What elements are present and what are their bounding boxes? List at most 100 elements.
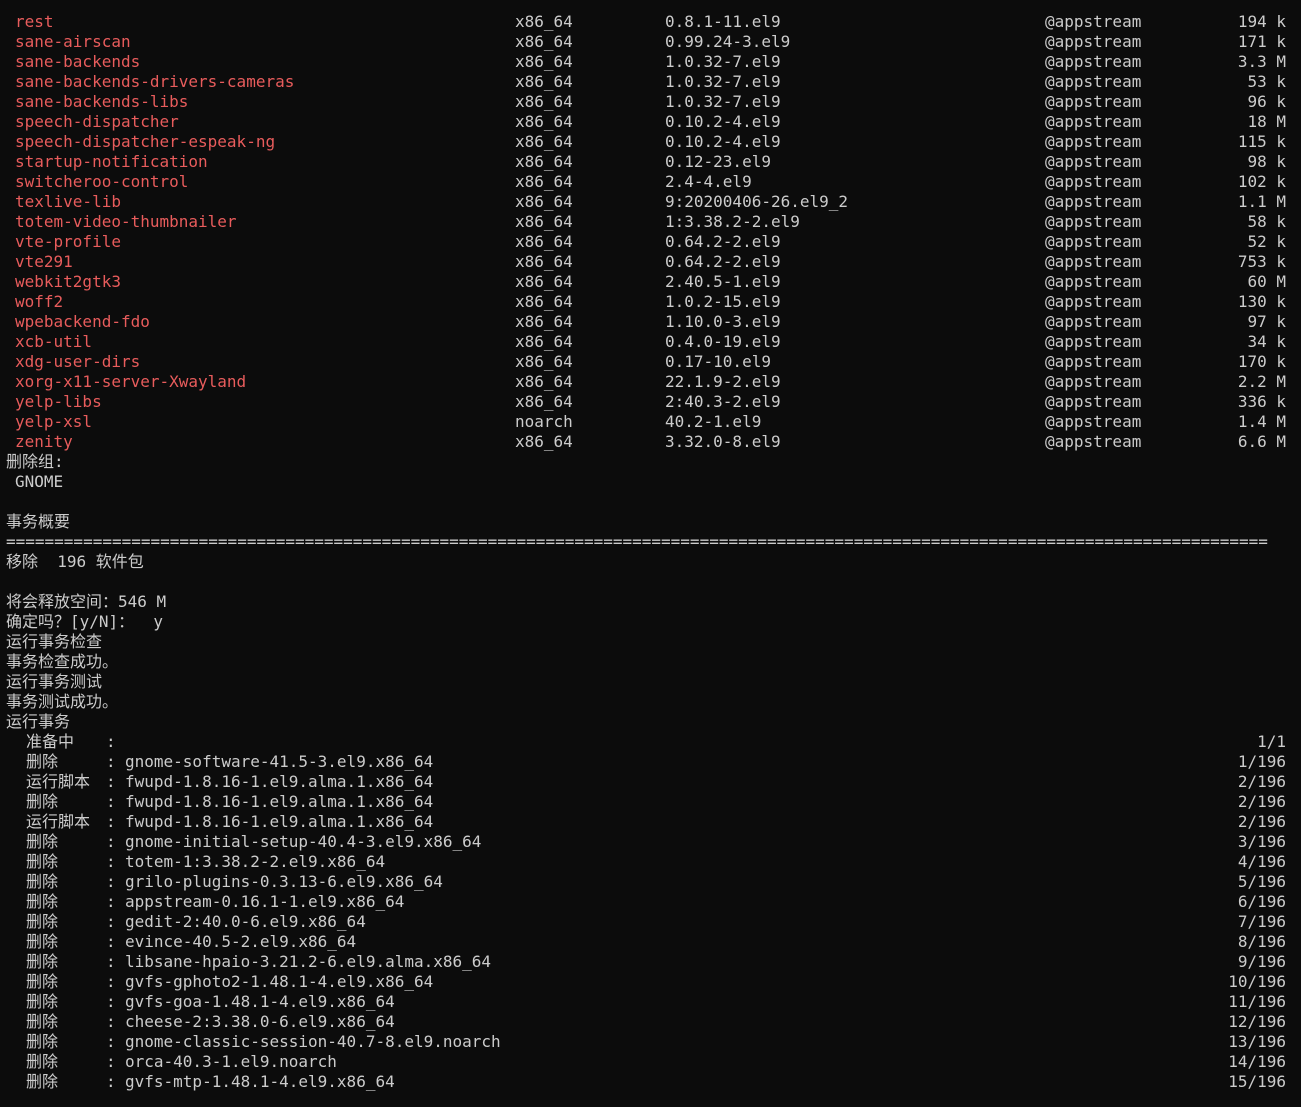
package-version: 1:3.38.2-2.el9: [665, 212, 800, 231]
package-row: woff2 x86_64 1.0.2-15.el9 @appstream 130 k: [0, 292, 1301, 312]
package-size: 34 k: [1247, 332, 1286, 351]
status-line: 事务检查成功。: [0, 652, 1301, 672]
operation-progress: 7/196: [1237, 912, 1286, 931]
operation-target: gnome-initial-setup-40.4-3.el9.x86_64: [125, 832, 482, 851]
operation-label: 运行脚本: [26, 772, 91, 791]
package-size: 98 k: [1247, 152, 1286, 171]
operation-progress: 2/196: [1237, 812, 1286, 831]
package-repo: @appstream: [1045, 32, 1142, 51]
operation-progress: 12/196: [1228, 1012, 1286, 1031]
operation-target: cheese-2:3.38.0-6.el9.x86_64: [125, 1012, 395, 1031]
package-row: yelp-libs x86_64 2:40.3-2.el9 @appstream 336…: [0, 392, 1301, 412]
status-line: 运行事务: [0, 712, 1301, 732]
package-size: 1.4 M: [1237, 412, 1286, 431]
operation-label: 删除: [26, 852, 59, 871]
operation-row: 删除: gvfs-goa-1.48.1-4.el9.x86_64 11/196: [0, 992, 1301, 1012]
package-version: 0.10.2-4.el9: [665, 132, 781, 151]
package-arch: x86_64: [515, 112, 573, 131]
package-size: 53 k: [1247, 72, 1286, 91]
operation-colon: :: [106, 752, 116, 771]
remove-summary-line: 移除 196 软件包: [0, 552, 1301, 572]
package-size: 2.2 M: [1237, 372, 1286, 391]
operation-colon: :: [106, 832, 116, 851]
package-row: xcb-util x86_64 0.4.0-19.el9 @appstream 34 k: [0, 332, 1301, 352]
package-name: sane-backends-libs: [15, 92, 189, 111]
package-name: wpebackend-fdo: [15, 312, 150, 331]
package-row: switcheroo-control x86_64 2.4-4.el9 @appstr…: [0, 172, 1301, 192]
package-row: webkit2gtk3 x86_64 2.40.5-1.el9 @appstream 6…: [0, 272, 1301, 292]
operation-row: 删除: libsane-hpaio-3.21.2-6.el9.alma.x86_6…: [0, 952, 1301, 972]
operation-target: appstream-0.16.1-1.el9.x86_64: [125, 892, 405, 911]
package-name: switcheroo-control: [15, 172, 189, 191]
package-arch: x86_64: [515, 372, 573, 391]
transaction-operations: 准备中: 1/1 删除: gnome-software-41.5-3.el9.x86_…: [0, 732, 1301, 1092]
package-row: startup-notification x86_64 0.12-23.el9 @ap…: [0, 152, 1301, 172]
status-line: 运行事务测试: [0, 672, 1301, 692]
space-freed-line: 将会释放空间：546 M: [0, 592, 1301, 612]
operation-colon: :: [106, 912, 116, 931]
package-repo: @appstream: [1045, 92, 1142, 111]
package-version: 0.4.0-19.el9: [665, 332, 781, 351]
operation-target: grilo-plugins-0.3.13-6.el9.x86_64: [125, 872, 443, 891]
package-name: sane-backends: [15, 52, 141, 71]
operation-row: 删除: gedit-2:40.0-6.el9.x86_64 7/196: [0, 912, 1301, 932]
package-size: 194 k: [1237, 12, 1286, 31]
package-row: sane-backends-drivers-cameras x86_64 1.0.3…: [0, 72, 1301, 92]
operation-target: orca-40.3-1.el9.noarch: [125, 1052, 337, 1071]
package-arch: noarch: [515, 412, 573, 431]
package-arch: x86_64: [515, 32, 573, 51]
package-name: speech-dispatcher-espeak-ng: [15, 132, 276, 151]
terminal-window[interactable]: rest x86_64 0.8.1-11.el9 @appstream 194 k san…: [0, 0, 1301, 1107]
package-name: xorg-x11-server-Xwayland: [15, 372, 247, 391]
package-size: 96 k: [1247, 92, 1286, 111]
package-repo: @appstream: [1045, 192, 1142, 211]
operation-progress: 6/196: [1237, 892, 1286, 911]
package-size: 102 k: [1237, 172, 1286, 191]
package-name: totem-video-thumbnailer: [15, 212, 237, 231]
package-size: 6.6 M: [1237, 432, 1286, 451]
operation-target: gvfs-gphoto2-1.48.1-4.el9.x86_64: [125, 972, 434, 991]
package-row: speech-dispatcher x86_64 0.10.2-4.el9 @apps…: [0, 112, 1301, 132]
package-arch: x86_64: [515, 272, 573, 291]
operation-colon: :: [106, 932, 116, 951]
separator: ========================================…: [6, 532, 1268, 551]
status-text: 运行事务测试: [6, 672, 103, 691]
operation-progress: 4/196: [1237, 852, 1286, 871]
remove-group-name: GNOME: [15, 472, 64, 491]
remove-summary: 移除 196 软件包: [6, 552, 144, 571]
operation-target: fwupd-1.8.16-1.el9.alma.1.x86_64: [125, 812, 434, 831]
package-size: 18 M: [1247, 112, 1286, 131]
status-text: 运行事务检查: [6, 632, 103, 651]
package-version: 1.10.0-3.el9: [665, 312, 781, 331]
package-arch: x86_64: [515, 132, 573, 151]
package-row: xorg-x11-server-Xwayland x86_64 22.1.9-2.e…: [0, 372, 1301, 392]
operation-label: 删除: [26, 892, 59, 911]
package-arch: x86_64: [515, 152, 573, 171]
package-repo: @appstream: [1045, 372, 1142, 391]
package-name: yelp-libs: [15, 392, 102, 411]
package-repo: @appstream: [1045, 152, 1142, 171]
package-name: xdg-user-dirs: [15, 352, 141, 371]
package-repo: @appstream: [1045, 352, 1142, 371]
package-arch: x86_64: [515, 72, 573, 91]
package-arch: x86_64: [515, 12, 573, 31]
operation-progress: 11/196: [1228, 992, 1286, 1011]
operation-row: 删除: fwupd-1.8.16-1.el9.alma.1.x86_64 2/196: [0, 792, 1301, 812]
package-row: yelp-xsl noarch 40.2-1.el9 @appstream 1.4 M: [0, 412, 1301, 432]
operation-row: 删除: gnome-software-41.5-3.el9.x86_64 1/196: [0, 752, 1301, 772]
operation-colon: :: [106, 1012, 116, 1031]
package-arch: x86_64: [515, 192, 573, 211]
package-size: 336 k: [1237, 392, 1286, 411]
package-size: 170 k: [1237, 352, 1286, 371]
operation-target: gedit-2:40.0-6.el9.x86_64: [125, 912, 366, 931]
operation-colon: :: [106, 892, 116, 911]
operation-target: fwupd-1.8.16-1.el9.alma.1.x86_64: [125, 772, 434, 791]
package-size: 130 k: [1237, 292, 1286, 311]
package-row: vte291 x86_64 0.64.2-2.el9 @appstream 753 k: [0, 252, 1301, 272]
operation-colon: :: [106, 792, 116, 811]
package-version: 0.8.1-11.el9: [665, 12, 781, 31]
package-row: vte-profile x86_64 0.64.2-2.el9 @appstream 5…: [0, 232, 1301, 252]
transaction-status-lines: 运行事务检查 事务检查成功。 运行事务测试 事务测试成功。 运行事务: [0, 632, 1301, 732]
package-version: 40.2-1.el9: [665, 412, 762, 431]
